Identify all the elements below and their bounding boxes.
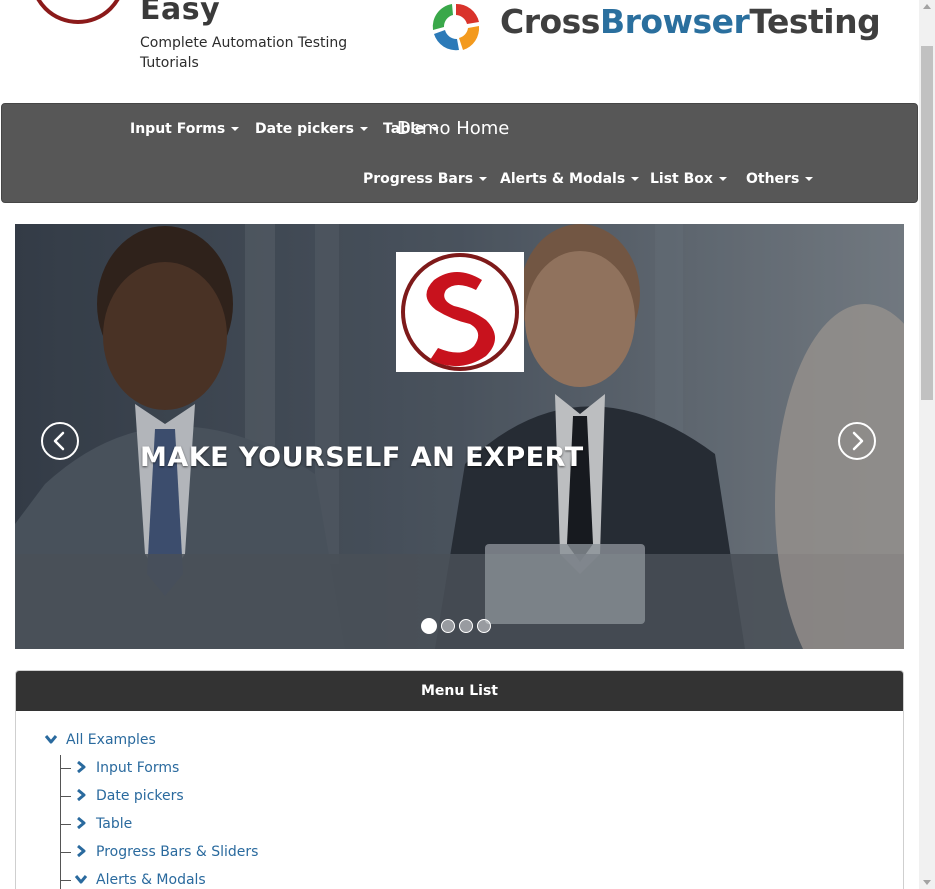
crossbrowsertesting-logo-icon[interactable] — [425, 0, 487, 54]
caret-down-icon — [631, 177, 640, 181]
crossbrowsertesting-wordmark[interactable]: CrossBrowserTesting — [500, 2, 881, 41]
nav-progress-bars-label: Progress Bars — [363, 171, 474, 187]
scroll-up-arrow-icon[interactable] — [923, 4, 931, 9]
slide-logo — [396, 252, 524, 372]
carousel-indicator-4[interactable] — [477, 619, 491, 633]
wordmark-part-browser: Browser — [599, 2, 750, 41]
caret-down-icon — [359, 127, 368, 131]
chevron-left-icon — [53, 431, 65, 451]
tree-item-all-examples[interactable]: All Examples — [44, 732, 156, 748]
carousel-indicator-1[interactable] — [421, 618, 437, 634]
menu-list-title: Menu List — [16, 671, 903, 711]
chevron-right-icon — [77, 844, 86, 858]
site-tagline: Complete Automation Testing Tutorials — [140, 35, 348, 71]
tree-item-label: Progress Bars & Sliders — [96, 844, 259, 860]
chevron-right-icon — [77, 788, 86, 802]
nav-others[interactable]: Others — [746, 171, 814, 187]
page-scrollbar-thumb[interactable] — [921, 46, 933, 400]
tree-connector-tick — [61, 852, 71, 853]
tree-item-label: Table — [96, 816, 133, 832]
caret-down-icon — [479, 177, 488, 181]
tree-connector-tick — [61, 880, 71, 881]
menu-list-panel: Menu List All Examples Input Forms Date … — [15, 670, 904, 889]
nav-list-box-label: List Box — [650, 171, 713, 187]
tree-item-label: Alerts & Modals — [96, 872, 206, 888]
nav-list-box[interactable]: List Box — [650, 171, 727, 187]
chevron-right-icon — [77, 816, 86, 830]
tree-item-label: All Examples — [66, 732, 156, 748]
wordmark-part-testing: Testing — [749, 2, 881, 41]
scroll-down-arrow-icon[interactable] — [923, 880, 931, 885]
caret-down-icon — [231, 127, 240, 131]
wordmark-part-cross: Cross — [500, 2, 600, 41]
tree-item-progress-bars-sliders[interactable]: Progress Bars & Sliders — [74, 844, 258, 860]
site-header: Easy Complete Automation Testing Tutoria… — [0, 0, 919, 100]
nav-date-pickers-label: Date pickers — [255, 121, 354, 137]
nav-progress-bars[interactable]: Progress Bars — [363, 171, 488, 187]
chevron-down-icon — [74, 875, 88, 884]
nav-input-forms[interactable]: Input Forms — [130, 121, 240, 137]
tree-item-table[interactable]: Table — [74, 816, 132, 832]
nav-alerts-modals[interactable]: Alerts & Modals — [500, 171, 640, 187]
tree-connector-tick — [61, 768, 71, 769]
carousel-indicator-3[interactable] — [459, 619, 473, 633]
caret-down-icon — [805, 177, 814, 181]
chevron-right-icon — [852, 431, 864, 451]
nav-others-label: Others — [746, 171, 800, 187]
tree-item-input-forms[interactable]: Input Forms — [74, 760, 179, 776]
tree-item-date-pickers[interactable]: Date pickers — [74, 788, 184, 804]
tree-item-alerts-modals[interactable]: Alerts & Modals — [74, 872, 206, 888]
carousel-next-button[interactable] — [838, 422, 876, 460]
tree-item-label: Input Forms — [96, 760, 180, 776]
nav-alerts-modals-label: Alerts & Modals — [500, 171, 626, 187]
tree-item-label: Date pickers — [96, 788, 184, 804]
tree-connector-tick — [61, 824, 71, 825]
chevron-down-icon — [44, 735, 58, 744]
caret-down-icon — [718, 177, 727, 181]
nav-date-pickers[interactable]: Date pickers — [255, 121, 368, 137]
site-logo[interactable] — [30, 0, 126, 24]
tree-connector-line — [60, 755, 61, 889]
carousel-prev-button[interactable] — [41, 422, 79, 460]
main-navbar: Input Forms Date pickers Table Demo Home… — [1, 103, 918, 203]
chevron-right-icon — [77, 760, 86, 774]
hero-carousel: MAKE YOURSELF AN EXPERT — [15, 224, 904, 649]
site-brand-word: Easy — [140, 0, 221, 27]
tree-connector-tick — [61, 796, 71, 797]
carousel-indicators — [421, 618, 491, 634]
nav-input-forms-label: Input Forms — [130, 121, 226, 137]
slide-caption: MAKE YOURSELF AN EXPERT — [140, 442, 584, 473]
carousel-indicator-2[interactable] — [441, 619, 455, 633]
s-logo-icon — [401, 253, 519, 371]
nav-brand-demo-home[interactable]: Demo Home — [397, 118, 509, 139]
